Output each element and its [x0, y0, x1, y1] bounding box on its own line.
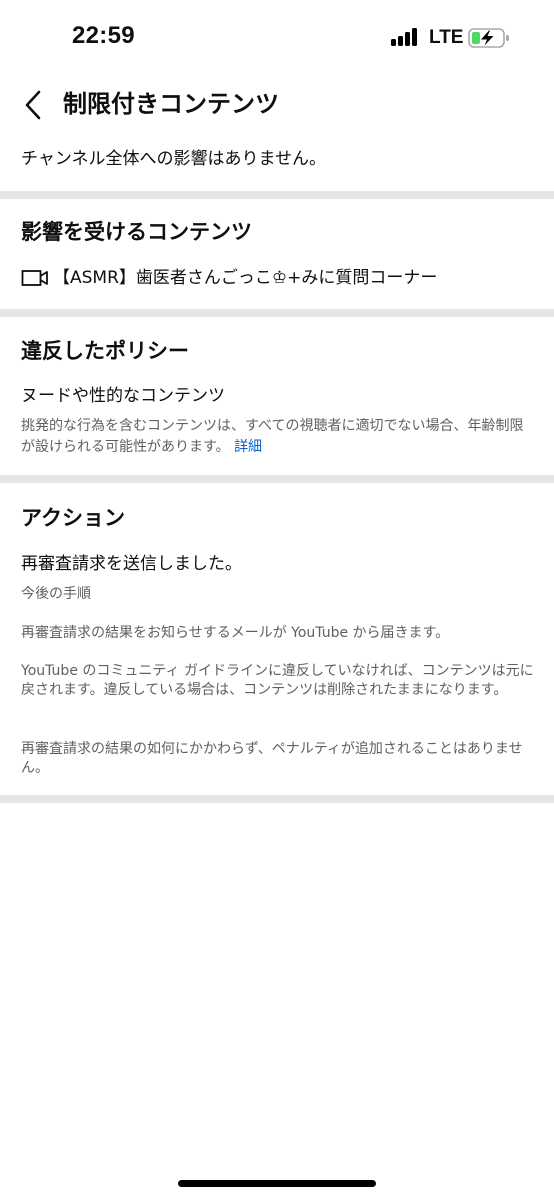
channel-impact-notice: チャンネル全体への影響はありません。: [21, 149, 326, 169]
page-title: 制限付きコンテンツ: [63, 90, 279, 118]
status-time: 22:59: [72, 22, 135, 49]
violated-policy-heading: 違反したポリシー: [21, 339, 189, 363]
affected-video-title: 【ASMR】歯医者さんごっこ♔+みに質問コーナー: [53, 268, 438, 288]
appeal-status: 再審査請求を送信しました。: [21, 554, 242, 574]
next-step-penalty: 再審査請求の結果の如何にかかわらず、ペナルティが追加されることはありません。: [21, 741, 523, 776]
section-divider: [0, 191, 554, 199]
affected-video-row[interactable]: 【ASMR】歯医者さんごっこ♔+みに質問コーナー: [21, 264, 437, 292]
cellular-signal-icon: [391, 28, 419, 46]
policy-name: ヌードや性的なコンテンツ: [21, 386, 225, 406]
next-steps-label: 今後の手順: [21, 586, 91, 602]
section-divider: [0, 795, 554, 803]
home-indicator: [178, 1180, 376, 1187]
affected-content-heading: 影響を受けるコンテンツ: [21, 220, 252, 244]
section-divider: [0, 475, 554, 483]
next-step-restore: YouTube のコミュニティ ガイドラインに違反していなければ、コンテンツは元…: [21, 663, 534, 698]
policy-description-text: 挑発的な行為を含むコンテンツは、すべての視聴者に適切でない場合、年齢制限が設けら…: [21, 418, 524, 455]
action-heading: アクション: [21, 506, 125, 530]
battery-charging-icon: [468, 28, 509, 48]
back-button[interactable]: [14, 84, 52, 126]
policy-description: 挑発的な行為を含むコンテンツは、すべての視聴者に適切でない場合、年齢制限が設けら…: [21, 416, 537, 458]
next-step-email: 再審査請求の結果をお知らせするメールが YouTube から届きます。: [21, 625, 450, 641]
chevron-left-icon: [25, 90, 41, 120]
video-camera-icon: [21, 270, 48, 286]
network-type-label: LTE: [429, 27, 464, 48]
details-link[interactable]: 詳細: [234, 439, 262, 455]
status-bar: 22:59 LTE: [0, 0, 554, 76]
app-header: 制限付きコンテンツ: [0, 76, 554, 134]
section-divider: [0, 309, 554, 317]
